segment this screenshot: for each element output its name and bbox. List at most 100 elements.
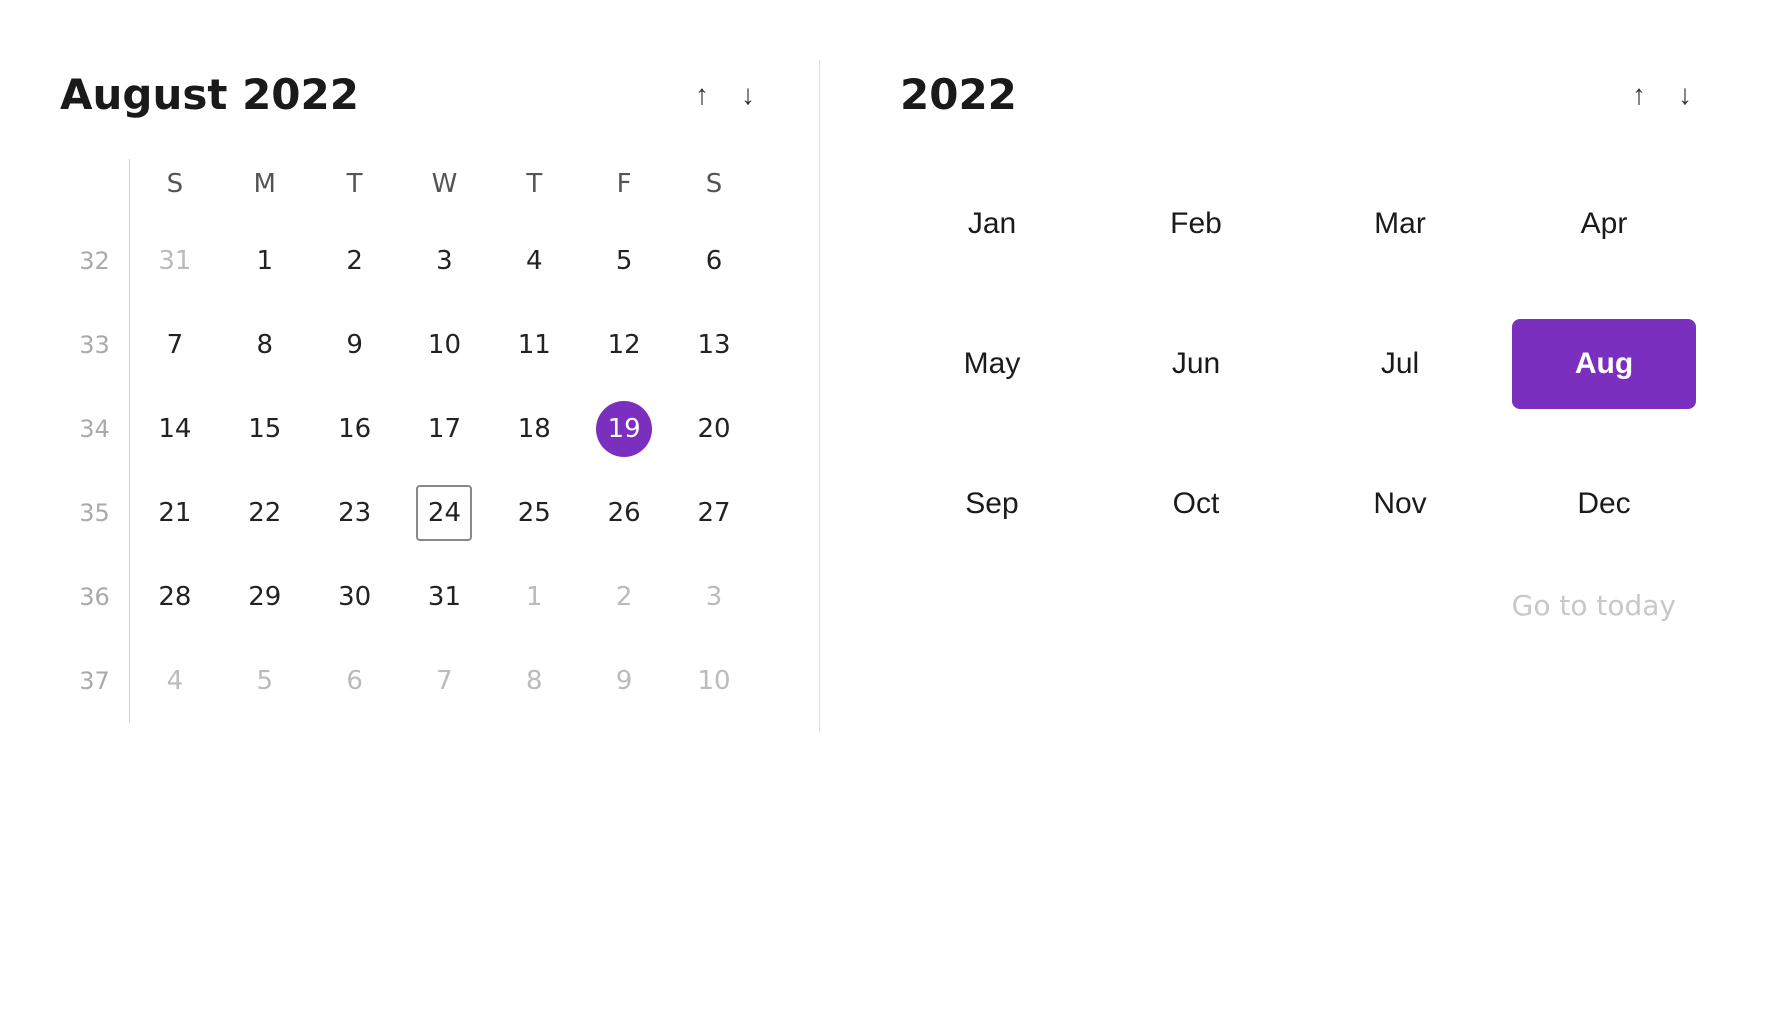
month-btn-sep[interactable]: Sep: [900, 459, 1084, 549]
day-cell[interactable]: 17: [400, 387, 490, 471]
day-number: 8: [506, 653, 562, 709]
day-number: 26: [596, 485, 652, 541]
day-cell[interactable]: 12: [579, 303, 669, 387]
month-btn-feb[interactable]: Feb: [1104, 179, 1288, 269]
day-header-t: T: [489, 159, 579, 219]
day-header-w: W: [400, 159, 490, 219]
day-cell[interactable]: 5: [220, 639, 310, 723]
year-nav-up[interactable]: ↑: [1628, 77, 1650, 113]
day-cell[interactable]: 3: [669, 555, 759, 639]
day-header-t: T: [310, 159, 400, 219]
month-title: August 2022: [60, 70, 359, 119]
month-btn-nov[interactable]: Nov: [1308, 459, 1492, 549]
day-number: 23: [327, 485, 383, 541]
day-number: 9: [327, 317, 383, 373]
day-cell[interactable]: 9: [579, 639, 669, 723]
month-btn-dec[interactable]: Dec: [1512, 459, 1696, 549]
day-number: 27: [686, 485, 742, 541]
day-cell[interactable]: 10: [400, 303, 490, 387]
day-cell[interactable]: 4: [130, 639, 220, 723]
day-cell[interactable]: 24: [400, 471, 490, 555]
month-panel: August 2022 ↑ ↓ SMTWTFS 3231123456337891…: [40, 60, 820, 733]
day-cell[interactable]: 20: [669, 387, 759, 471]
day-cell[interactable]: 8: [489, 639, 579, 723]
day-number: 12: [596, 317, 652, 373]
day-cell[interactable]: 1: [220, 219, 310, 303]
day-cell[interactable]: 31: [400, 555, 490, 639]
day-cell[interactable]: 11: [489, 303, 579, 387]
day-cell[interactable]: 30: [310, 555, 400, 639]
day-number: 3: [416, 233, 472, 289]
day-cell[interactable]: 7: [400, 639, 490, 723]
day-number: 8: [237, 317, 293, 373]
year-nav-down[interactable]: ↓: [1674, 77, 1696, 113]
calendar-grid: SMTWTFS 32311234563378910111213341415161…: [60, 159, 759, 723]
day-cell[interactable]: 21: [130, 471, 220, 555]
month-btn-oct[interactable]: Oct: [1104, 459, 1288, 549]
day-number: 6: [327, 653, 383, 709]
year-header: 2022 ↑ ↓: [900, 70, 1696, 119]
month-btn-jun[interactable]: Jun: [1104, 319, 1288, 409]
day-cell[interactable]: 8: [220, 303, 310, 387]
day-cell[interactable]: 10: [669, 639, 759, 723]
day-cell[interactable]: 6: [669, 219, 759, 303]
calendar-row: 36 28 2930 31 123: [60, 555, 759, 639]
day-number: 4: [147, 653, 203, 709]
day-cell[interactable]: 4: [489, 219, 579, 303]
day-cell[interactable]: 22: [220, 471, 310, 555]
day-number: 7: [416, 653, 472, 709]
day-number: 15: [237, 401, 293, 457]
day-number: 6: [686, 233, 742, 289]
day-cell[interactable]: 23: [310, 471, 400, 555]
month-btn-may[interactable]: May: [900, 319, 1084, 409]
month-btn-jan[interactable]: Jan: [900, 179, 1084, 269]
day-number: 22: [237, 485, 293, 541]
month-btn-apr[interactable]: Apr: [1512, 179, 1696, 269]
day-number: 3: [686, 569, 742, 625]
day-cell[interactable]: 13: [669, 303, 759, 387]
day-cell[interactable]: 31: [130, 219, 220, 303]
week-number: 36: [60, 555, 130, 639]
day-cell[interactable]: 19: [579, 387, 669, 471]
month-nav-up[interactable]: ↑: [691, 77, 713, 113]
day-number: 28: [147, 569, 203, 625]
calendar-row: 3414151617181920: [60, 387, 759, 471]
day-cell[interactable]: 9: [310, 303, 400, 387]
day-number: 11: [506, 317, 562, 373]
day-cell[interactable]: 25: [489, 471, 579, 555]
day-number: 21: [147, 485, 203, 541]
month-btn-aug[interactable]: Aug: [1512, 319, 1696, 409]
day-cell[interactable]: 7: [130, 303, 220, 387]
day-number: 4: [506, 233, 562, 289]
day-cell[interactable]: 2: [579, 555, 669, 639]
day-cell[interactable]: 26: [579, 471, 669, 555]
month-btn-jul[interactable]: Jul: [1308, 319, 1492, 409]
calendar-row: 3745678910: [60, 639, 759, 723]
day-cell[interactable]: 18: [489, 387, 579, 471]
calendar-table: SMTWTFS 32311234563378910111213341415161…: [60, 159, 759, 723]
day-cell[interactable]: 6: [310, 639, 400, 723]
week-num-header: [60, 159, 130, 219]
day-number: 17: [416, 401, 472, 457]
day-header-f: F: [579, 159, 669, 219]
month-header: August 2022 ↑ ↓: [60, 70, 759, 119]
month-btn-mar[interactable]: Mar: [1308, 179, 1492, 269]
day-cell[interactable]: 5: [579, 219, 669, 303]
day-cell[interactable]: 28: [130, 555, 220, 639]
day-cell[interactable]: 16: [310, 387, 400, 471]
day-number: 9: [596, 653, 652, 709]
day-cell[interactable]: 14: [130, 387, 220, 471]
day-cell[interactable]: 27: [669, 471, 759, 555]
day-header-s: S: [130, 159, 220, 219]
day-cell[interactable]: 15: [220, 387, 310, 471]
month-nav-down[interactable]: ↓: [737, 77, 759, 113]
day-cell[interactable]: 3: [400, 219, 490, 303]
day-number: 16: [327, 401, 383, 457]
day-cell[interactable]: 1: [489, 555, 579, 639]
months-grid: JanFebMarApr MayJunJulAug SepOctNovDec: [900, 179, 1696, 549]
go-to-today[interactable]: Go to today: [900, 589, 1696, 622]
day-number: 2: [327, 233, 383, 289]
day-cell[interactable]: 29: [220, 555, 310, 639]
day-cell[interactable]: 2: [310, 219, 400, 303]
day-number: 31: [416, 569, 472, 625]
